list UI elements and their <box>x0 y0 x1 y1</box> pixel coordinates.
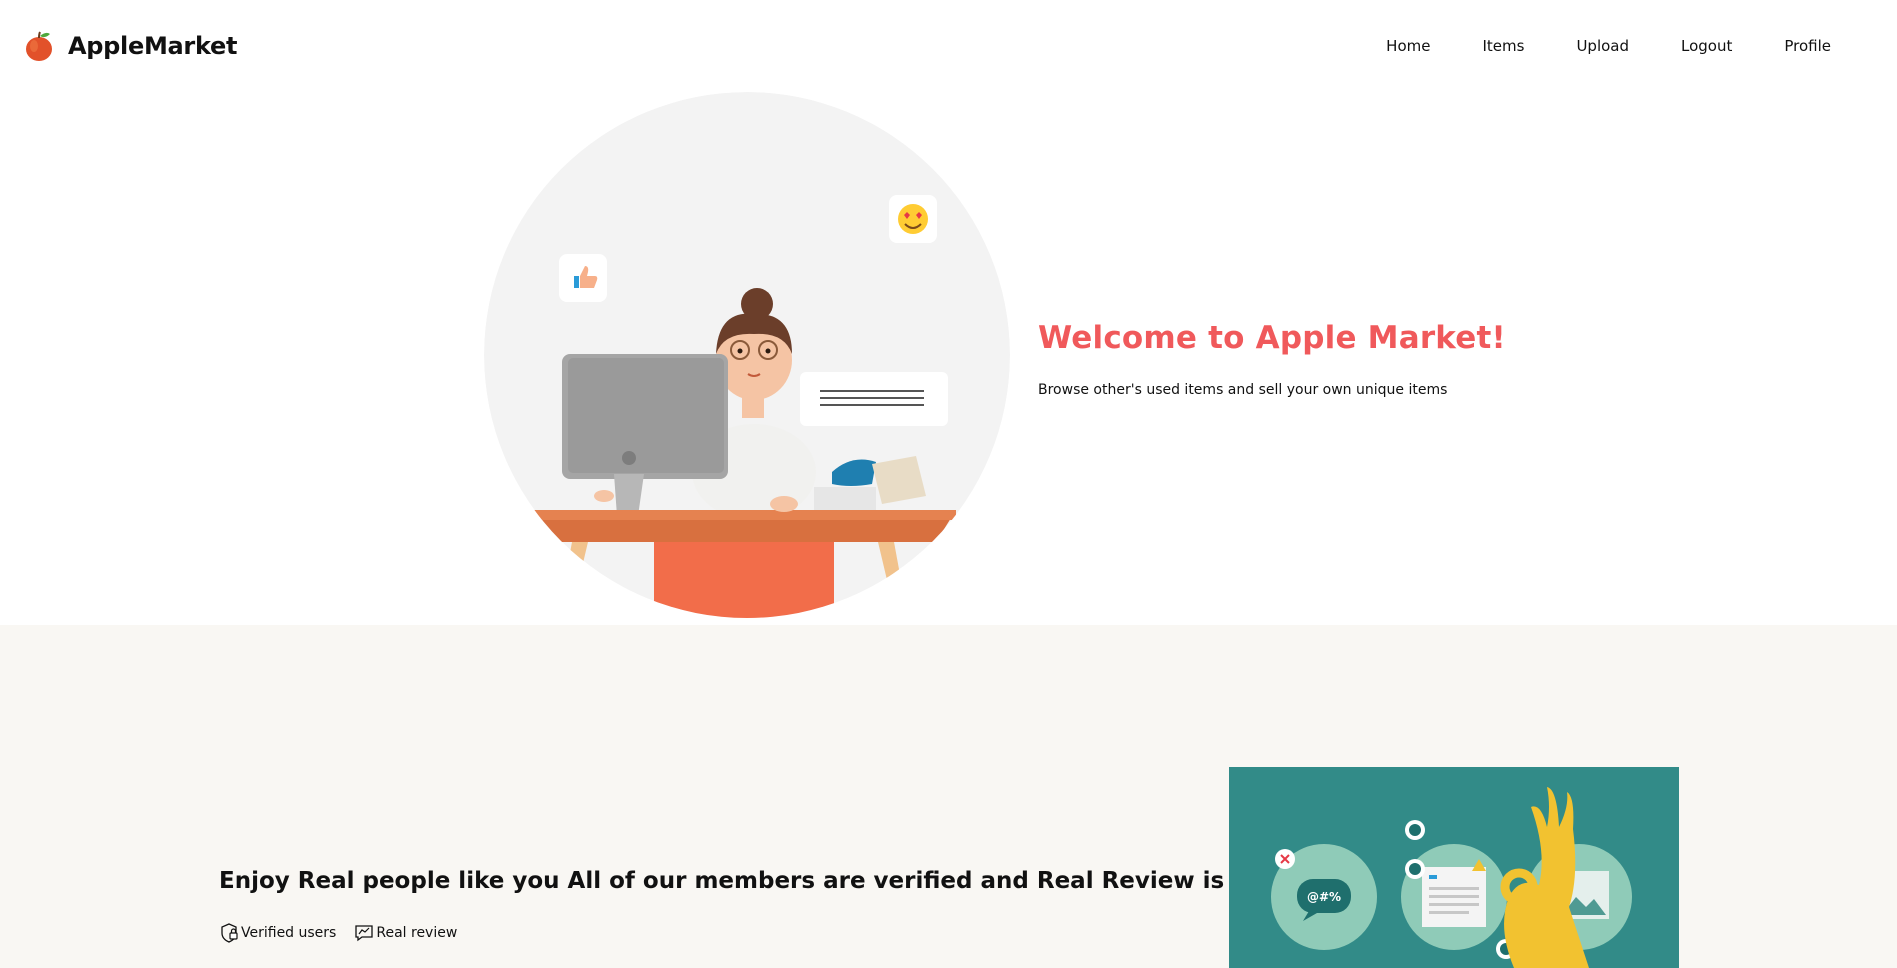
svg-text:@#%: @#% <box>1307 890 1341 904</box>
badge-real-review-label: Real review <box>376 925 458 941</box>
social-feedback-illustration: @#% <box>1229 767 1679 968</box>
brand-name: AppleMarket <box>68 32 238 60</box>
hero-subtitle: Browse other's used items and sell your … <box>1038 382 1448 398</box>
feature-heading: Enjoy Real people like you All of our me… <box>219 868 1403 894</box>
hero-title: Welcome to Apple Market! <box>1038 320 1506 356</box>
badge-verified-users-label: Verified users <box>241 925 337 941</box>
hero-section: Welcome to Apple Market! Browse other's … <box>0 92 1897 625</box>
brand-link[interactable]: AppleMarket <box>24 30 237 62</box>
nav-items[interactable]: Items <box>1456 29 1550 63</box>
badge-real-review: Real review <box>354 924 457 942</box>
woman-at-computer-illustration <box>484 92 1010 618</box>
nav-profile[interactable]: Profile <box>1758 29 1857 63</box>
review-icon <box>355 925 374 942</box>
apple-icon <box>26 31 52 61</box>
nav-logout[interactable]: Logout <box>1655 29 1758 63</box>
nav-home[interactable]: Home <box>1360 29 1456 63</box>
main-nav: Home Items Upload Logout Profile <box>1360 29 1857 63</box>
nav-upload[interactable]: Upload <box>1550 29 1655 63</box>
badge-verified-users: Verified users <box>221 923 336 943</box>
navbar: AppleMarket Home Items Upload Logout Pro… <box>0 0 1897 92</box>
shield-lock-icon <box>221 923 238 943</box>
feature-badges: Verified users Real review <box>221 923 457 943</box>
feature-section: Enjoy Real people like you All of our me… <box>0 625 1897 968</box>
hero-text: Welcome to Apple Market! Browse other's … <box>1038 320 1558 398</box>
